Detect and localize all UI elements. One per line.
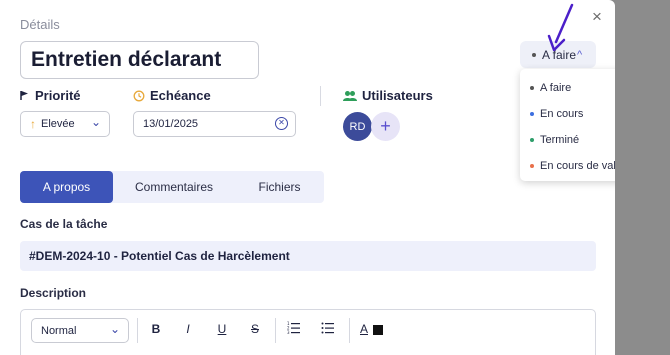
arrow-up-icon: ↑: [30, 117, 36, 131]
italic-button[interactable]: I: [180, 322, 196, 336]
task-title-input[interactable]: [20, 41, 259, 79]
toolbar-divider: [275, 318, 276, 343]
clear-date-icon[interactable]: ✕: [275, 117, 288, 130]
tab-commentaires[interactable]: Commentaires: [113, 171, 235, 203]
case-field[interactable]: #DEM-2024-10 - Potentiel Cas de Harcèlem…: [20, 241, 596, 271]
status-dot-icon: [530, 138, 534, 142]
clock-icon: [133, 90, 145, 101]
background-overlay: [615, 0, 670, 355]
editor-toolbar: Normal ⌄ B I U S 1 2 3 A: [21, 310, 595, 350]
chevron-down-icon: ⌄: [90, 115, 101, 129]
status-dot-icon: [530, 164, 534, 168]
bold-button[interactable]: B: [148, 322, 164, 336]
users-label-group: Utilisateurs: [343, 88, 433, 103]
flag-icon: [20, 91, 28, 100]
priority-label: Priorité: [35, 88, 81, 103]
format-select[interactable]: Normal ⌄: [31, 318, 129, 343]
underline-button[interactable]: U: [214, 322, 230, 336]
close-icon[interactable]: ×: [592, 8, 602, 26]
status-option-en-cours-de-validation[interactable]: En cours de validation: [520, 153, 615, 179]
chevron-down-icon: ⌄: [109, 322, 120, 336]
add-user-button[interactable]: +: [371, 112, 400, 141]
status-option-label: Terminé: [540, 134, 580, 146]
text-color-button[interactable]: A: [356, 322, 372, 336]
status-dot-icon: [532, 52, 536, 57]
toolbar-divider: [349, 318, 350, 343]
status-option-label: A faire: [540, 82, 572, 94]
case-label: Cas de la tâche: [20, 217, 108, 231]
status-option-label: En cours de validation: [540, 160, 615, 172]
strike-button[interactable]: S: [247, 322, 263, 336]
status-option-termine[interactable]: Terminé: [520, 127, 615, 153]
status-dot-icon: [530, 112, 534, 116]
description-label: Description: [20, 286, 87, 300]
status-option-en-cours[interactable]: En cours: [520, 101, 615, 127]
section-heading: Détails: [20, 17, 60, 32]
status-dropdown-menu: A faire En cours Terminé En cours de val…: [520, 69, 615, 181]
ordered-list-icon[interactable]: 1 2 3: [286, 320, 302, 337]
due-label: Echéance: [150, 88, 211, 103]
toolbar-divider: [137, 318, 138, 343]
color-swatch[interactable]: [373, 325, 383, 335]
avatar[interactable]: RD: [343, 112, 372, 141]
status-option-a-faire[interactable]: A faire: [520, 75, 615, 101]
priority-value: Elevée: [41, 118, 75, 130]
users-label: Utilisateurs: [362, 88, 433, 103]
svg-text:3: 3: [287, 330, 290, 334]
users-icon: [343, 90, 357, 101]
priority-select[interactable]: ↑ Elevée ⌄: [20, 111, 110, 137]
format-value: Normal: [41, 324, 77, 337]
tab-bar: A propos Commentaires Fichiers: [20, 171, 324, 203]
tab-a-propos[interactable]: A propos: [20, 171, 113, 203]
description-editor[interactable]: Normal ⌄ B I U S 1 2 3 A: [20, 309, 596, 355]
priority-label-group: Priorité: [20, 88, 81, 103]
status-dot-icon: [530, 86, 534, 90]
due-date-value: 13/01/2025: [143, 118, 199, 130]
divider: [320, 86, 321, 106]
task-detail-panel: × Détails A faire ^ Priorité ↑ Elevée ⌄ …: [0, 0, 615, 355]
annotation-arrow-icon: [547, 3, 574, 52]
status-option-label: En cours: [540, 108, 584, 120]
due-label-group: Echéance: [133, 88, 211, 103]
bullet-list-icon[interactable]: [320, 320, 336, 337]
due-date-input[interactable]: 13/01/2025 ✕: [133, 111, 296, 137]
tab-fichiers[interactable]: Fichiers: [235, 171, 324, 203]
